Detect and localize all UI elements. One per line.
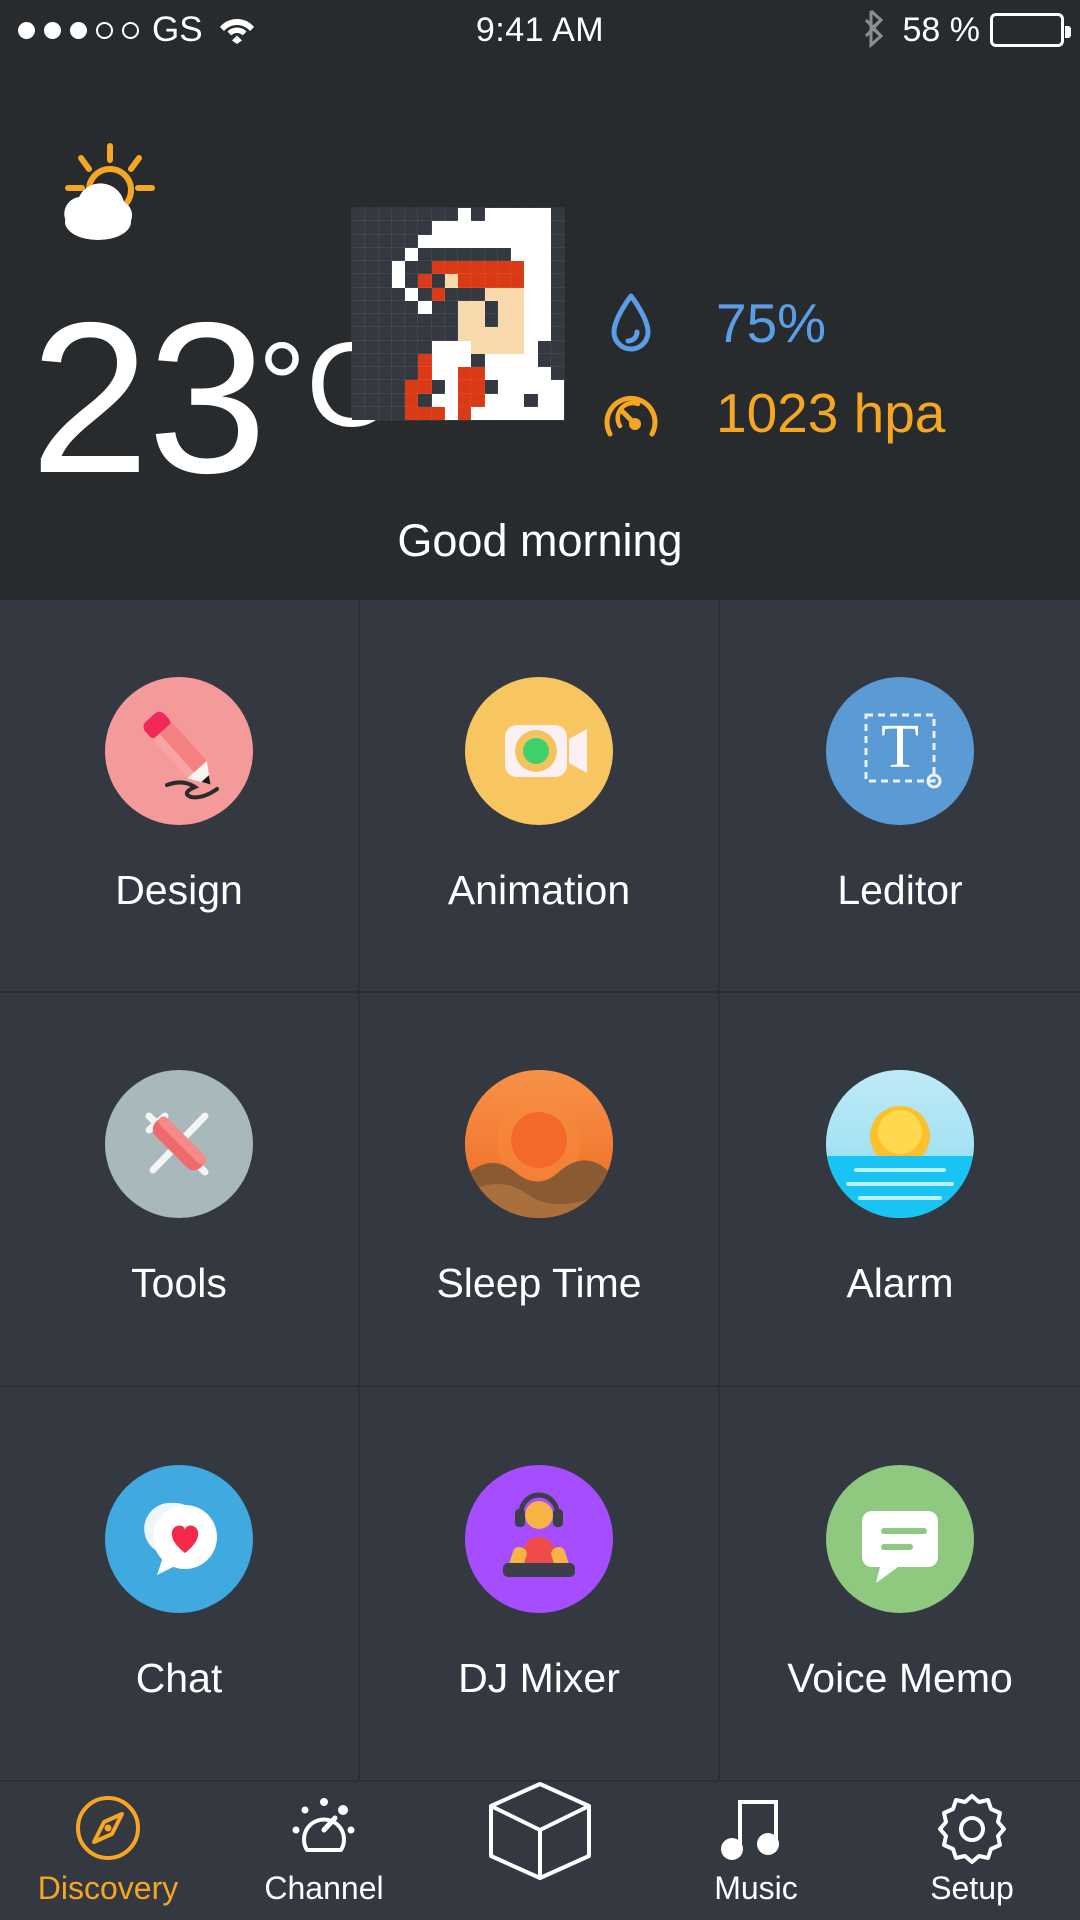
app-tile-alarm[interactable]: Alarm xyxy=(720,993,1080,1387)
music-note-icon xyxy=(718,1796,794,1864)
sunset-dune-icon xyxy=(465,1070,613,1219)
app-tile-leditor[interactable]: T Leditor xyxy=(720,600,1080,994)
tab-label: Setup xyxy=(930,1869,1014,1906)
swiss-knife-icon xyxy=(105,1070,253,1219)
cube-icon xyxy=(485,1782,595,1882)
bluetooth-icon xyxy=(863,8,889,53)
pixel-art-avatar xyxy=(350,206,566,422)
humidity-metric: 75% xyxy=(600,285,945,361)
sun-behind-cloud-icon xyxy=(48,138,168,248)
app-tile-voice-memo[interactable]: Voice Memo xyxy=(720,1387,1080,1780)
dj-icon xyxy=(465,1464,613,1613)
app-label: Tools xyxy=(131,1260,227,1307)
app-tile-chat[interactable]: Chat xyxy=(0,1386,360,1780)
dial-icon xyxy=(285,1796,363,1864)
gauge-icon xyxy=(600,384,662,442)
sunrise-sea-icon xyxy=(826,1070,974,1219)
app-tile-dj-mixer[interactable]: DJ Mixer xyxy=(360,1386,720,1780)
app-label: Animation xyxy=(447,867,631,914)
pressure-metric: 1023 hpa xyxy=(600,375,945,451)
app-label: Sleep Time xyxy=(436,1260,642,1307)
app-grid: Design Animation T Leditor Tools Sleep T… xyxy=(0,600,1080,1780)
tab-music[interactable]: Music xyxy=(648,1782,864,1920)
tab-label: Music xyxy=(714,1869,798,1906)
tab-label: Channel xyxy=(264,1869,384,1906)
tab-discovery[interactable]: Discovery xyxy=(0,1782,216,1920)
weather-header: 23 °C Good morning 75% 1023 hpa xyxy=(0,60,1080,600)
humidity-value: 75% xyxy=(716,292,827,354)
svg-text:T: T xyxy=(881,713,919,781)
video-camera-icon xyxy=(465,677,613,826)
tab-cube[interactable] xyxy=(432,1782,648,1920)
app-label: DJ Mixer xyxy=(458,1654,620,1701)
status-bar: GS 9:41 AM 58 % xyxy=(0,0,1080,60)
app-tile-animation[interactable]: Animation xyxy=(360,600,720,994)
text-tool-icon: T xyxy=(826,677,974,826)
tab-setup[interactable]: Setup xyxy=(864,1782,1080,1920)
app-label: Chat xyxy=(135,1654,223,1701)
app-label: Design xyxy=(115,867,243,914)
app-label: Voice Memo xyxy=(787,1654,1013,1701)
app-label: Leditor xyxy=(837,867,963,914)
battery-icon xyxy=(990,13,1071,47)
weather-metrics: 75% 1023 hpa xyxy=(600,285,945,465)
water-drop-icon xyxy=(600,292,662,354)
battery-percent-label: 58 % xyxy=(902,10,981,49)
pencil-icon xyxy=(105,677,253,826)
temperature-value: 23 xyxy=(30,277,267,518)
status-bar-right: 58 % xyxy=(863,8,1071,53)
tab-label: Discovery xyxy=(37,1869,179,1906)
chat-heart-icon xyxy=(105,1464,253,1613)
app-tile-sleep-time[interactable]: Sleep Time xyxy=(360,993,720,1387)
bottom-tab-bar: Discovery Channel Music Setup xyxy=(0,1780,1080,1920)
compass-icon xyxy=(72,1795,144,1864)
app-tile-tools[interactable]: Tools xyxy=(0,993,360,1387)
pressure-value: 1023 hpa xyxy=(716,382,946,444)
greeting-label: Good morning xyxy=(397,515,683,566)
phone-screen: GS 9:41 AM 58 % 23 °C Good morning 75% 1… xyxy=(0,0,1080,1920)
tab-channel[interactable]: Channel xyxy=(216,1782,432,1920)
app-tile-design[interactable]: Design xyxy=(0,600,360,994)
gear-icon xyxy=(933,1793,1011,1864)
app-label: Alarm xyxy=(846,1260,954,1307)
speech-bubble-icon xyxy=(826,1464,974,1613)
